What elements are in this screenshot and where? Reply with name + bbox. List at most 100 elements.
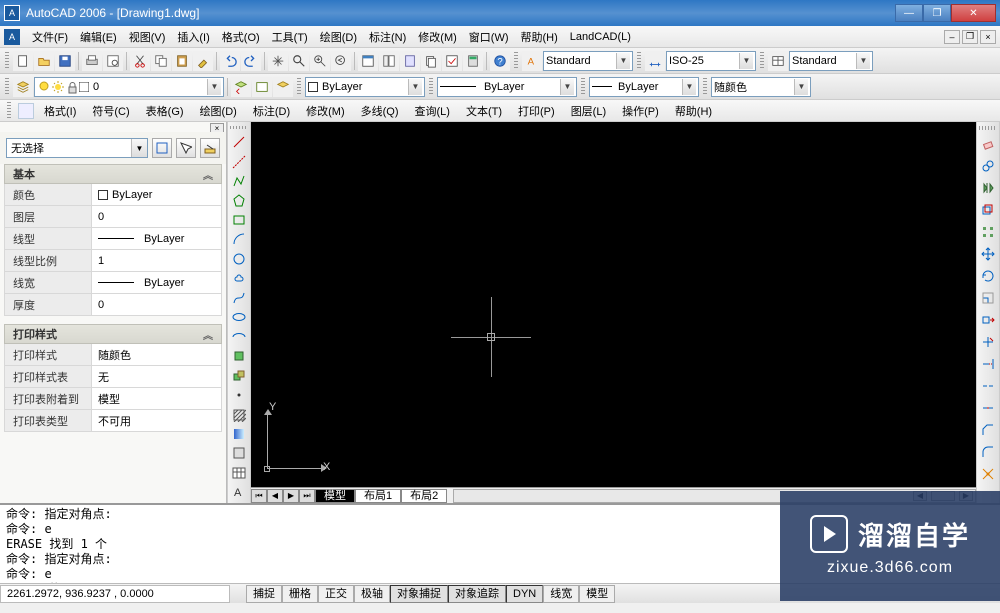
- prop-color-value[interactable]: ByLayer: [92, 184, 222, 206]
- region-button[interactable]: [229, 445, 249, 462]
- ellipse-button[interactable]: [229, 309, 249, 326]
- toggle-lwt[interactable]: 线宽: [543, 585, 579, 603]
- pline-button[interactable]: [229, 172, 249, 189]
- tab-layout2[interactable]: 布局2: [401, 489, 447, 503]
- copy-button[interactable]: [151, 51, 171, 71]
- toggle-ortho[interactable]: 正交: [318, 585, 354, 603]
- sub-icon[interactable]: [18, 103, 34, 119]
- toolbar-grip[interactable]: [760, 52, 764, 70]
- dimstyle-icon[interactable]: [645, 51, 665, 71]
- sub-table[interactable]: 表格(G): [140, 101, 190, 121]
- prop-thick-value[interactable]: 0: [92, 294, 222, 316]
- pan-button[interactable]: [268, 51, 288, 71]
- trim-button[interactable]: [978, 332, 998, 352]
- tab-prev-button[interactable]: ◀: [267, 489, 283, 503]
- textstyle-icon[interactable]: A: [522, 51, 542, 71]
- category-basic[interactable]: 基本︽: [4, 164, 222, 184]
- chamfer-button[interactable]: [978, 420, 998, 440]
- paste-button[interactable]: [172, 51, 192, 71]
- rotate-button[interactable]: [978, 266, 998, 286]
- menu-view[interactable]: 视图(V): [123, 27, 172, 47]
- mdi-restore-button[interactable]: ❐: [962, 30, 978, 44]
- polygon-button[interactable]: [229, 192, 249, 209]
- undo-button[interactable]: [220, 51, 240, 71]
- drawing-canvas[interactable]: Y X: [251, 122, 976, 487]
- design-center-button[interactable]: [379, 51, 399, 71]
- toolbar-grip[interactable]: [230, 126, 248, 129]
- sub-plot[interactable]: 打印(P): [512, 101, 561, 121]
- menu-modify[interactable]: 修改(M): [412, 27, 463, 47]
- sheetset-button[interactable]: [421, 51, 441, 71]
- mtext-button[interactable]: A: [229, 484, 249, 501]
- line-button[interactable]: [229, 133, 249, 150]
- mdi-minimize-button[interactable]: –: [944, 30, 960, 44]
- prop-layer-value[interactable]: 0: [92, 206, 222, 228]
- toolbar-grip[interactable]: [514, 52, 518, 70]
- menu-window[interactable]: 窗口(W): [463, 27, 515, 47]
- sub-modify[interactable]: 修改(M): [300, 101, 351, 121]
- properties-button[interactable]: [358, 51, 378, 71]
- toggle-polar[interactable]: 极轴: [354, 585, 390, 603]
- toolbar-grip[interactable]: [979, 126, 997, 130]
- toolbar-grip[interactable]: [581, 78, 585, 96]
- tool-palettes-button[interactable]: [400, 51, 420, 71]
- toggle-dyn[interactable]: DYN: [506, 585, 543, 603]
- array-button[interactable]: [978, 222, 998, 242]
- sub-query[interactable]: 查询(L): [409, 101, 456, 121]
- layer-states-button[interactable]: [252, 77, 272, 97]
- redo-button[interactable]: [241, 51, 261, 71]
- point-button[interactable]: [229, 386, 249, 403]
- menu-landcad[interactable]: LandCAD(L): [564, 29, 637, 45]
- tab-model[interactable]: 模型: [315, 489, 355, 503]
- tab-last-button[interactable]: ⏭: [299, 489, 315, 503]
- hatch-button[interactable]: [229, 406, 249, 423]
- save-button[interactable]: [55, 51, 75, 71]
- table-button[interactable]: [229, 464, 249, 481]
- sub-symbol[interactable]: 符号(C): [86, 101, 135, 121]
- sub-mline[interactable]: 多线(Q): [355, 101, 405, 121]
- menu-help[interactable]: 帮助(H): [515, 27, 564, 47]
- lineweight-combo[interactable]: ByLayer▼: [589, 77, 699, 97]
- extend-button[interactable]: [978, 354, 998, 374]
- linetype-combo[interactable]: ByLayer▼: [437, 77, 577, 97]
- menu-edit[interactable]: 编辑(E): [74, 27, 123, 47]
- selection-combo[interactable]: 无选择▼: [6, 138, 148, 158]
- table-style-combo[interactable]: Standard▼: [789, 51, 873, 71]
- zoom-previous-button[interactable]: [331, 51, 351, 71]
- prop-lweight-value[interactable]: ByLayer: [92, 272, 222, 294]
- xline-button[interactable]: [229, 153, 249, 170]
- toggle-snap[interactable]: 捕捉: [246, 585, 282, 603]
- text-style-combo[interactable]: Standard▼: [543, 51, 633, 71]
- mirror-button[interactable]: [978, 178, 998, 198]
- tablestyle-icon[interactable]: [768, 51, 788, 71]
- sub-op[interactable]: 操作(P): [616, 101, 665, 121]
- mdi-close-button[interactable]: ×: [980, 30, 996, 44]
- zoom-window-button[interactable]: [310, 51, 330, 71]
- prop-ptable-value[interactable]: 无: [92, 366, 222, 388]
- toolbar-grip[interactable]: [5, 52, 9, 70]
- markup-button[interactable]: [442, 51, 462, 71]
- prop-pstyle-value[interactable]: 随颜色: [92, 344, 222, 366]
- insert-block-button[interactable]: [229, 347, 249, 364]
- toggle-pickadd-button[interactable]: [200, 138, 220, 158]
- prop-ptype-value[interactable]: 不可用: [92, 410, 222, 432]
- minimize-button[interactable]: —: [895, 4, 923, 22]
- circle-button[interactable]: [229, 250, 249, 267]
- zoom-realtime-button[interactable]: [289, 51, 309, 71]
- sub-layer[interactable]: 图层(L): [565, 101, 612, 121]
- menu-dim[interactable]: 标注(N): [363, 27, 412, 47]
- spline-button[interactable]: [229, 289, 249, 306]
- layer-previous-button[interactable]: [231, 77, 251, 97]
- plot-button[interactable]: [82, 51, 102, 71]
- move-button[interactable]: [978, 244, 998, 264]
- cut-button[interactable]: [130, 51, 150, 71]
- help-button[interactable]: ?: [490, 51, 510, 71]
- menu-file[interactable]: 文件(F): [26, 27, 74, 47]
- fillet-button[interactable]: [978, 442, 998, 462]
- prop-linetype-value[interactable]: ByLayer: [92, 228, 222, 250]
- prop-ltscale-value[interactable]: 1: [92, 250, 222, 272]
- toolbar-grip[interactable]: [637, 52, 641, 70]
- revcloud-button[interactable]: [229, 270, 249, 287]
- sub-text[interactable]: 文本(T): [460, 101, 508, 121]
- toolbar-grip[interactable]: [703, 78, 707, 96]
